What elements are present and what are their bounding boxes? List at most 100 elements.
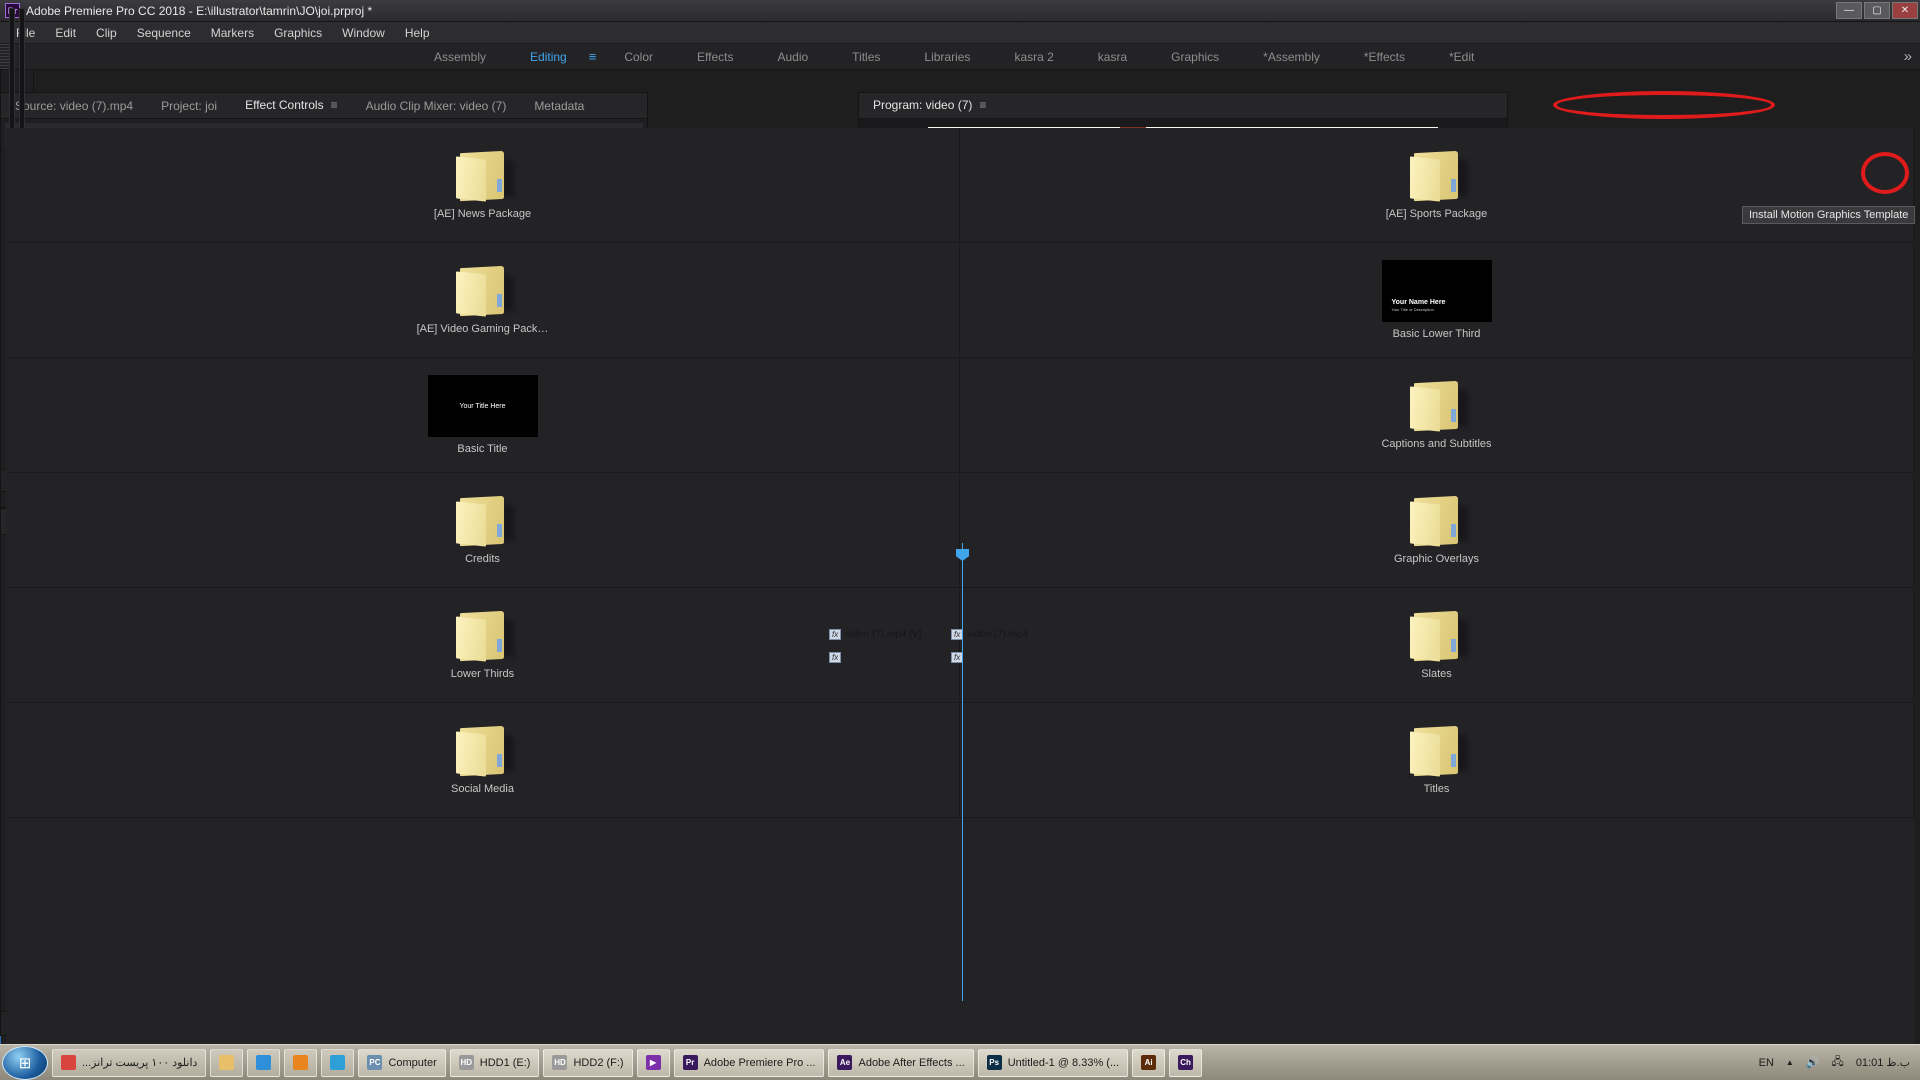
menu-edit[interactable]: Edit xyxy=(45,24,86,42)
effect-controls-tab-label-0: Source: video (7).mp4 xyxy=(15,98,134,113)
thumbnail-subtitle-text: Your Title or Description xyxy=(1391,307,1434,312)
effect-controls-tab-label-2: Effect Controls xyxy=(245,97,324,112)
taskbar-clock[interactable]: 01:01 ب.ظ xyxy=(1856,1056,1910,1069)
system-tray: EN ▲ 🔊 🖧 01:01 ب.ظ xyxy=(1759,1053,1920,1072)
hdd1-window-icon: HD xyxy=(458,1055,474,1070)
explorer-icon[interactable] xyxy=(210,1048,244,1077)
internet-explorer-icon[interactable] xyxy=(247,1048,281,1077)
program-monitor-tab-label-0: Program: video (7) xyxy=(873,97,973,112)
menu-clip[interactable]: Clip xyxy=(86,24,127,42)
template-thumbnail: Your Title Here xyxy=(427,375,538,437)
essential-graphics-item[interactable]: Slates xyxy=(960,588,1914,703)
tray-network-icon[interactable]: 🖧 xyxy=(1832,1053,1844,1072)
folder-icon xyxy=(452,725,514,777)
essential-graphics-item[interactable]: [AE] Video Gaming Pack… xyxy=(6,243,960,358)
ie-icon xyxy=(256,1055,272,1070)
menu-sequence[interactable]: Sequence xyxy=(127,24,201,42)
aftereffects-window[interactable]: Ae Adobe After Effects ... xyxy=(828,1048,974,1077)
effect-controls-tab-label-1: Project: joi xyxy=(161,98,218,113)
minimize-button[interactable]: — xyxy=(1836,2,1862,19)
essential-graphics-grid: [AE] News Package [AE] Sports Package [AE]… xyxy=(6,128,1914,1052)
workspace-tab-color[interactable]: Color xyxy=(602,46,675,68)
workspace-tab-assembly[interactable]: *Assembly xyxy=(1241,46,1342,68)
workspace-tab-effects[interactable]: Effects xyxy=(675,46,755,68)
workspace-tab-editing[interactable]: Editing xyxy=(508,46,589,68)
essential-graphics-item[interactable]: Graphic Overlays xyxy=(960,473,1914,588)
menu-markers[interactable]: Markers xyxy=(201,24,264,42)
essential-graphics-item[interactable]: Social Media xyxy=(6,703,960,818)
chrome-persian-item[interactable]: ...دانلود ۱۰۰ پریست ترانز xyxy=(52,1048,207,1077)
effect-controls-tab-1[interactable]: Project: joi xyxy=(147,93,231,118)
workspace-overflow-icon[interactable]: » xyxy=(1904,48,1912,65)
premiere-window-label: Adobe Premiere Pro ... xyxy=(703,1056,816,1069)
hdd1-window-label: HDD1 (E:) xyxy=(479,1056,531,1069)
menu-help[interactable]: Help xyxy=(395,24,440,42)
thumbnail-title-text: Your Title Here xyxy=(459,403,506,410)
menu-graphics[interactable]: Graphics xyxy=(264,24,332,42)
workspace-tab-kasra[interactable]: kasra xyxy=(1076,46,1149,68)
essential-graphics-item[interactable]: [AE] Sports Package xyxy=(960,128,1914,243)
essential-graphics-item[interactable]: Your Title Here Basic Title xyxy=(6,358,960,473)
effect-controls-tab-label-4: Metadata xyxy=(534,98,585,113)
effect-controls-tab-2[interactable]: Effect Controls ≡ xyxy=(231,93,352,118)
computer-window[interactable]: PC Computer xyxy=(358,1048,446,1077)
maximize-button[interactable]: ▢ xyxy=(1864,2,1890,19)
hdd2-window[interactable]: HD HDD2 (F:) xyxy=(543,1048,633,1077)
chrome-persian-item-label: ...دانلود ۱۰۰ پریست ترانز xyxy=(82,1057,198,1069)
premiere-window-icon: Pr xyxy=(682,1055,698,1070)
photoshop-window[interactable]: Ps Untitled-1 @ 8.33% (... xyxy=(977,1048,1129,1077)
effect-controls-tab-3[interactable]: Audio Clip Mixer: video (7) xyxy=(352,93,521,118)
program-monitor-tab-menu-icon[interactable]: ≡ xyxy=(979,98,986,112)
workspace-tab-edit[interactable]: *Edit xyxy=(1427,46,1496,68)
essential-graphics-item-label: [AE] Sports Package xyxy=(1385,208,1488,220)
folder-icon xyxy=(1406,725,1468,777)
start-button[interactable]: ⊞ xyxy=(2,1045,48,1080)
media-player-icon[interactable] xyxy=(284,1048,318,1077)
folder-icon xyxy=(452,610,514,662)
close-button[interactable]: ✕ xyxy=(1892,2,1918,19)
window-title: Adobe Premiere Pro CC 2018 - E:\illustra… xyxy=(26,3,373,18)
menu-window[interactable]: Window xyxy=(332,24,395,42)
workspace-tab-libraries[interactable]: Libraries xyxy=(902,46,992,68)
workspace-tab-kasra2[interactable]: kasra 2 xyxy=(992,46,1075,68)
essential-graphics-item-label: Graphic Overlays xyxy=(1394,553,1479,565)
program-monitor-tabstrip: Program: video (7) ≡ xyxy=(859,93,1507,119)
essential-graphics-item-label: Social Media xyxy=(451,783,514,795)
essential-graphics-item[interactable]: [AE] News Package xyxy=(6,128,960,243)
program-monitor-tab-0[interactable]: Program: video (7) ≡ xyxy=(859,93,1001,118)
effect-controls-tab-4[interactable]: Metadata xyxy=(520,93,598,118)
aftereffects-window-icon: Ae xyxy=(837,1055,853,1070)
tray-overflow-icon[interactable]: ▲ xyxy=(1786,1058,1794,1067)
premiere-window[interactable]: Pr Adobe Premiere Pro ... xyxy=(673,1048,825,1077)
clip-fx-badge: fx xyxy=(829,629,842,640)
telegram-icon[interactable] xyxy=(321,1048,355,1077)
characteranimator-window[interactable]: Ch xyxy=(1169,1048,1203,1077)
essential-graphics-item[interactable]: Lower Thirds xyxy=(6,588,960,703)
illustrator-window[interactable]: Ai xyxy=(1132,1048,1166,1077)
effect-controls-tab-menu-icon[interactable]: ≡ xyxy=(331,98,338,112)
folder-icon xyxy=(452,495,514,547)
essential-graphics-item-label: Lower Thirds xyxy=(450,668,515,680)
workspace-tab-graphics[interactable]: Graphics xyxy=(1149,46,1241,68)
workspace-tab-effects[interactable]: *Effects xyxy=(1342,46,1427,68)
essential-graphics-item[interactable]: Your Name Here Your Title or Description B… xyxy=(960,243,1914,358)
tray-language-indicator[interactable]: EN xyxy=(1759,1057,1774,1069)
workspace-tab-assembly[interactable]: Assembly xyxy=(412,46,508,68)
essential-graphics-item-label: Captions and Subtitles xyxy=(1381,438,1492,450)
photoshop-window-icon: Ps xyxy=(986,1055,1002,1070)
clip-fx-badge: fx xyxy=(829,652,842,663)
essential-graphics-panel: Essential Graphics ≡ BrowseEdit Essentia… xyxy=(0,128,1920,1080)
media-window[interactable]: ▶ xyxy=(636,1048,670,1077)
tray-volume-icon[interactable]: 🔊 xyxy=(1806,1056,1820,1069)
workspace-tab-titles[interactable]: Titles xyxy=(830,46,902,68)
hdd1-window[interactable]: HD HDD1 (E:) xyxy=(449,1048,540,1077)
workspace-menu-icon[interactable]: ≡ xyxy=(589,49,603,64)
essential-graphics-item[interactable]: Titles xyxy=(960,703,1914,818)
characteranimator-window-icon: Ch xyxy=(1178,1055,1194,1070)
essential-graphics-item[interactable]: Credits xyxy=(6,473,960,588)
timeline-playhead[interactable] xyxy=(962,543,963,1001)
template-thumbnail: Your Name Here Your Title or Description xyxy=(1381,260,1492,322)
tg-icon xyxy=(330,1055,346,1070)
workspace-tab-audio[interactable]: Audio xyxy=(755,46,830,68)
essential-graphics-item[interactable]: Captions and Subtitles xyxy=(960,358,1914,473)
